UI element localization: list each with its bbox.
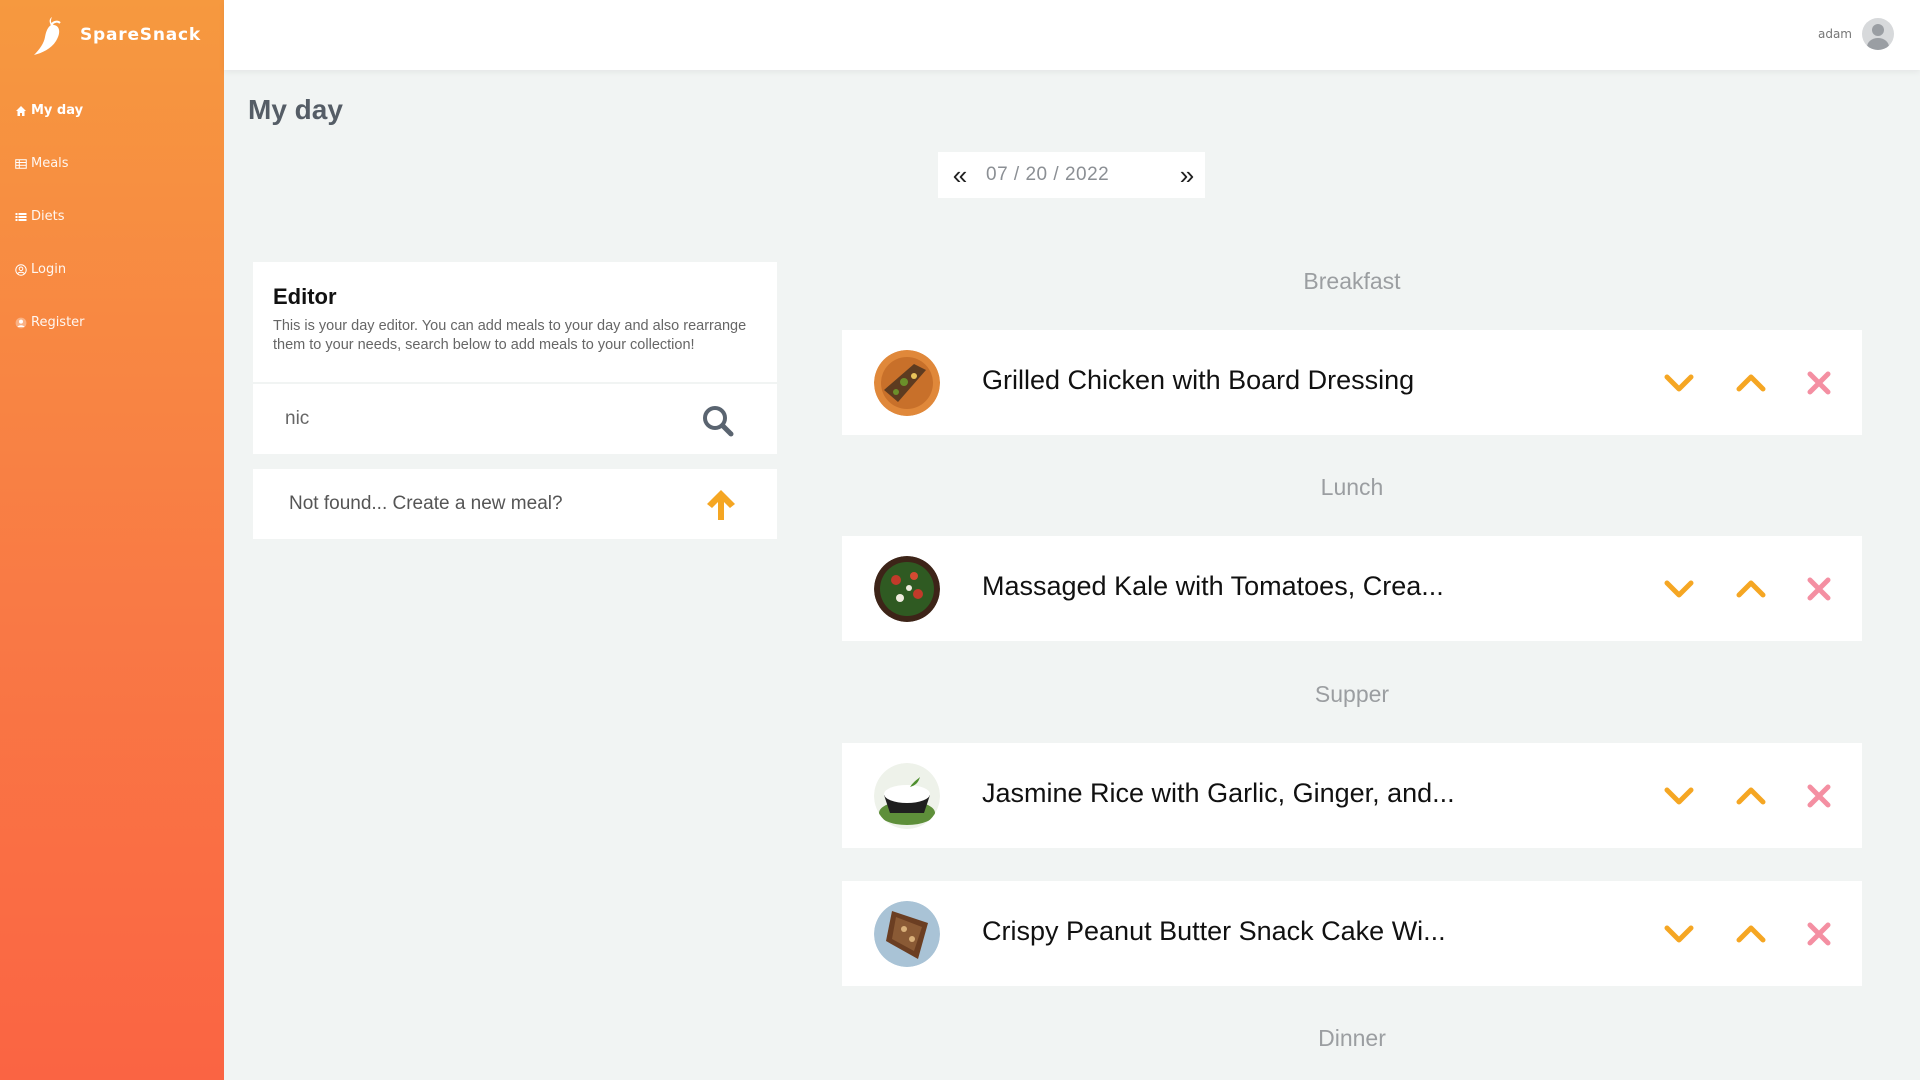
meal-card[interactable]: Crispy Peanut Butter Snack Cake Wi...	[842, 881, 1862, 986]
sidebar-item-label: Meals	[31, 156, 69, 171]
move-up-icon[interactable]	[1734, 779, 1768, 813]
previous-day-button[interactable]: «	[942, 152, 978, 198]
create-meal-card[interactable]: Not found... Create a new meal?	[253, 469, 777, 539]
meal-thumbnail	[874, 901, 940, 967]
move-up-icon[interactable]	[1734, 572, 1768, 606]
username: adam	[1817, 27, 1852, 41]
table-icon	[14, 157, 28, 171]
search-input[interactable]	[285, 404, 665, 434]
meal-name: Grilled Chicken with Board Dressing	[982, 365, 1415, 395]
sidebar-item-register[interactable]: Register	[14, 296, 214, 349]
meal-thumbnail	[874, 763, 940, 829]
create-meal-prompt: Not found... Create a new meal?	[289, 493, 563, 514]
user-plus-icon	[14, 316, 28, 330]
move-down-icon[interactable]	[1662, 779, 1696, 813]
section-lunch: Lunch	[1320, 474, 1384, 500]
move-down-icon[interactable]	[1662, 366, 1696, 400]
meal-card[interactable]: Massaged Kale with Tomatoes, Crea...	[842, 536, 1862, 641]
meal-name: Crispy Peanut Butter Snack Cake Wi...	[982, 916, 1446, 946]
meal-thumbnail	[874, 556, 940, 622]
remove-icon[interactable]	[1802, 572, 1836, 606]
sidebar-item-label: Diets	[31, 209, 65, 224]
sidebar-item-login[interactable]: Login	[14, 243, 214, 296]
section-dinner: Dinner	[1318, 1025, 1386, 1051]
remove-icon[interactable]	[1802, 366, 1836, 400]
avatar[interactable]	[1862, 18, 1894, 50]
date-picker: « 07 / 20 / 2022 »	[938, 152, 1205, 198]
user-menu[interactable]: adam	[1818, 18, 1894, 50]
pepper-logo-icon	[34, 17, 61, 55]
next-day-button[interactable]: »	[1169, 152, 1205, 198]
move-down-icon[interactable]	[1662, 572, 1696, 606]
date-field[interactable]: 07 / 20 / 2022	[978, 164, 1169, 186]
list-icon	[14, 210, 28, 224]
meal-search	[253, 382, 777, 454]
sidebar: SpareSnack My day Meals Diets Login Regi…	[0, 0, 224, 1080]
page-title: My day	[248, 94, 343, 125]
sidebar-item-meals[interactable]: Meals	[14, 137, 214, 190]
home-icon	[14, 104, 28, 118]
move-up-icon[interactable]	[1734, 917, 1768, 951]
app-name: SpareSnack	[80, 25, 201, 45]
editor-title: Editor	[273, 284, 337, 309]
editor-description: This is your day editor. You can add mea…	[273, 318, 747, 353]
sidebar-item-label: Login	[31, 262, 67, 277]
sidebar-item-diets[interactable]: Diets	[14, 190, 214, 243]
user-circle-icon	[14, 263, 28, 277]
section-breakfast: Breakfast	[1303, 268, 1401, 294]
sidebar-item-label: Register	[31, 315, 85, 330]
meal-thumbnail	[874, 350, 940, 416]
sidebar-nav: My day Meals Diets Login Register	[14, 84, 214, 349]
remove-icon[interactable]	[1802, 779, 1836, 813]
meal-name: Massaged Kale with Tomatoes, Crea...	[982, 571, 1444, 601]
arrow-up-icon[interactable]	[703, 487, 739, 523]
meal-card[interactable]: Grilled Chicken with Board Dressing	[842, 330, 1862, 435]
top-bar: adam	[224, 0, 1920, 70]
meal-name: Jasmine Rice with Garlic, Ginger, and...	[982, 778, 1455, 808]
sidebar-item-label: My day	[31, 103, 84, 118]
section-supper: Supper	[1314, 681, 1390, 707]
search-icon[interactable]	[701, 404, 735, 438]
remove-icon[interactable]	[1802, 917, 1836, 951]
brand[interactable]: SpareSnack	[30, 12, 201, 58]
meal-card[interactable]: Jasmine Rice with Garlic, Ginger, and...	[842, 743, 1862, 848]
move-up-icon[interactable]	[1734, 366, 1768, 400]
sidebar-item-my-day[interactable]: My day	[14, 84, 214, 137]
editor-card: Editor This is your day editor. You can …	[253, 262, 777, 454]
move-down-icon[interactable]	[1662, 917, 1696, 951]
